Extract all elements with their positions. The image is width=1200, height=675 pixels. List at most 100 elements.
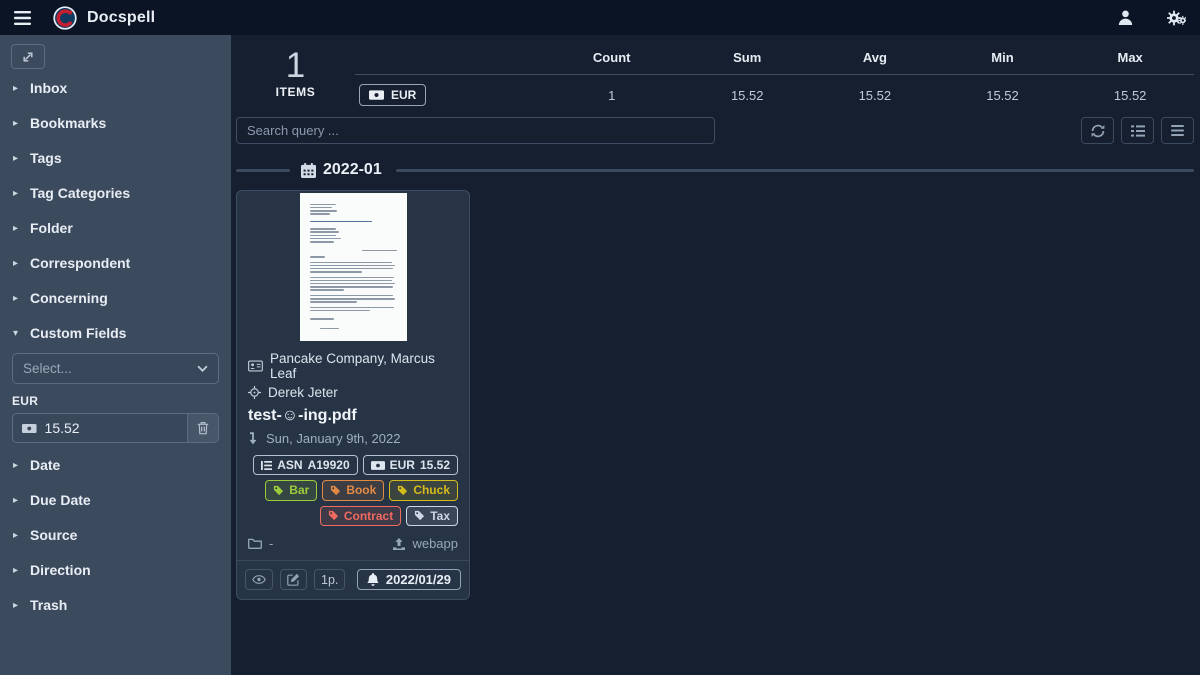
custom-field-eur-group — [12, 413, 219, 443]
source-value: webapp — [412, 536, 458, 551]
folder-source-row: - webapp — [248, 536, 458, 551]
main-content: 1 ITEMS Count Sum Avg Min Max EUR 1 — [231, 35, 1200, 600]
card-footer: 1p. 2022/01/29 — [237, 560, 469, 599]
amount-badge: EUR 15.52 — [363, 455, 458, 475]
sidebar-item-inbox[interactable]: Inbox — [11, 72, 220, 104]
custom-field-select[interactable]: Select... — [12, 353, 219, 384]
tag-icon — [273, 485, 284, 496]
preview-button[interactable] — [245, 569, 273, 590]
currency-toggle-badge[interactable]: EUR — [359, 84, 426, 106]
item-card[interactable]: Pancake Company, Marcus Leaf Derek Jeter… — [236, 190, 470, 600]
list-lines-icon — [261, 461, 272, 470]
document-preview-page — [300, 193, 407, 341]
stats-header: Max — [1066, 48, 1194, 75]
tag-icon — [330, 485, 341, 496]
edit-button[interactable] — [280, 569, 307, 590]
sidebar-item-tags[interactable]: Tags — [11, 142, 220, 174]
app-title: Docspell — [87, 9, 155, 27]
sidebar-item-trash[interactable]: Trash — [11, 589, 220, 621]
stats-header: Sum — [683, 48, 811, 75]
settings-gears-icon[interactable] — [1167, 10, 1186, 26]
stats-value: 15.52 — [811, 75, 939, 109]
remove-filter-button[interactable] — [187, 414, 218, 442]
sidebar-item-bookmarks[interactable]: Bookmarks — [11, 107, 220, 139]
crosshair-icon — [248, 386, 261, 399]
sidebar-item-concerning[interactable]: Concerning — [11, 282, 220, 314]
arrow-turn-down-icon — [248, 432, 258, 445]
stats-bar: 1 ITEMS Count Sum Avg Min Max EUR 1 — [236, 46, 1194, 108]
stats-header: Count — [540, 48, 683, 75]
custom-field-eur-input[interactable] — [45, 420, 178, 436]
stats-header: Avg — [811, 48, 939, 75]
search-toolbar — [236, 117, 1194, 144]
sidebar-item-folder[interactable]: Folder — [11, 212, 220, 244]
caret-right-icon — [13, 188, 30, 199]
caret-right-icon — [13, 258, 30, 269]
custom-field-label: EUR — [12, 394, 219, 408]
item-count-block: 1 ITEMS — [236, 46, 355, 99]
tag-badge-contract[interactable]: Contract — [320, 506, 401, 526]
filter-sidebar: Inbox Bookmarks Tags Tag Categories Fold… — [0, 35, 231, 675]
caret-right-icon — [13, 600, 30, 611]
money-bill-icon — [371, 461, 385, 470]
folder-icon — [248, 538, 262, 549]
divider — [236, 169, 290, 172]
sidebar-item-correspondent[interactable]: Correspondent — [11, 247, 220, 279]
sidebar-item-direction[interactable]: Direction — [11, 554, 220, 586]
sidebar-item-source[interactable]: Source — [11, 519, 220, 551]
diagonal-arrows-icon — [22, 51, 34, 63]
caret-right-icon — [13, 460, 30, 471]
divider — [396, 169, 1194, 172]
top-navbar: Docspell — [0, 0, 1200, 35]
bell-icon — [367, 573, 379, 586]
sidebar-item-custom-fields[interactable]: Custom Fields — [11, 317, 220, 349]
bars-icon — [1171, 125, 1184, 136]
due-date-badge: 2022/01/29 — [357, 569, 461, 590]
correspondent-text: Pancake Company, Marcus Leaf — [270, 351, 458, 381]
upload-icon — [393, 538, 405, 550]
sidebar-collapse-button[interactable] — [11, 44, 45, 69]
item-count-value: 1 — [236, 48, 355, 85]
stats-table: Count Sum Avg Min Max EUR 1 15.52 15.52 … — [355, 48, 1194, 108]
chevron-down-icon — [197, 365, 208, 372]
refresh-icon — [1091, 124, 1105, 138]
refresh-button[interactable] — [1081, 117, 1114, 144]
item-name[interactable]: test-☺-ing.pdf — [248, 407, 458, 425]
month-group-header: 2022-01 — [236, 161, 1194, 179]
edit-pencil-icon — [287, 573, 300, 586]
caret-down-icon — [13, 328, 30, 339]
tag-badge-chuck[interactable]: Chuck — [389, 480, 458, 500]
document-thumbnail[interactable] — [237, 191, 469, 341]
tag-icon — [414, 510, 425, 521]
tag-icon — [328, 510, 339, 521]
caret-right-icon — [13, 530, 30, 541]
trash-icon — [197, 421, 209, 435]
tag-badge-tax[interactable]: Tax — [406, 506, 458, 526]
stats-header: Min — [939, 48, 1067, 75]
caret-right-icon — [13, 293, 30, 304]
search-input[interactable] — [236, 117, 715, 144]
tag-icon — [397, 485, 408, 496]
docspell-logo-icon — [53, 6, 77, 30]
caret-right-icon — [13, 153, 30, 164]
tag-badge-book[interactable]: Book — [322, 480, 384, 500]
folder-value: - — [269, 536, 273, 551]
sidebar-item-tag-categories[interactable]: Tag Categories — [11, 177, 220, 209]
menu-icon[interactable] — [14, 11, 31, 25]
address-card-icon — [248, 360, 263, 372]
tag-badge-bar[interactable]: Bar — [265, 480, 317, 500]
item-date-text: Sun, January 9th, 2022 — [266, 431, 400, 446]
sidebar-item-date[interactable]: Date — [11, 449, 220, 481]
calendar-icon — [301, 163, 316, 178]
user-icon[interactable] — [1118, 10, 1133, 25]
sidebar-item-due-date[interactable]: Due Date — [11, 484, 220, 516]
list-icon — [1131, 125, 1145, 137]
stats-value: 15.52 — [683, 75, 811, 109]
caret-right-icon — [13, 495, 30, 506]
list-view-button[interactable] — [1121, 117, 1154, 144]
money-bill-icon — [369, 90, 384, 100]
stats-value: 15.52 — [1066, 75, 1194, 109]
item-badges: ASN A19920 EUR 15.52 Bar Book — [248, 455, 458, 526]
menu-button[interactable] — [1161, 117, 1194, 144]
correspondent-row: Pancake Company, Marcus Leaf — [248, 351, 458, 381]
